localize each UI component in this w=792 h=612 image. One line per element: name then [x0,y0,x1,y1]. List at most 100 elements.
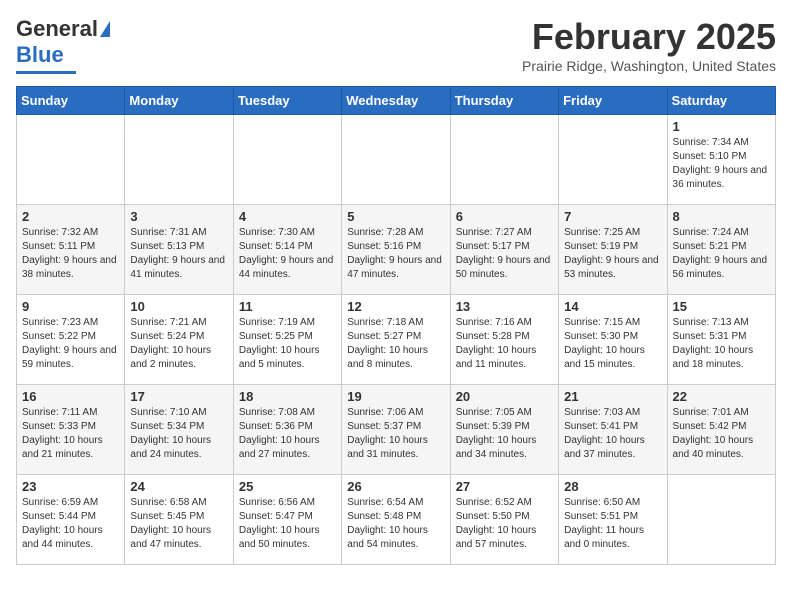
calendar-cell: 16 Sunrise: 7:11 AM Sunset: 5:33 PM Dayli… [17,385,125,475]
day-number: 17 [130,389,227,404]
day-number: 18 [239,389,336,404]
calendar-cell: 19 Sunrise: 7:06 AM Sunset: 5:37 PM Dayli… [342,385,450,475]
day-info: Sunrise: 7:11 AM Sunset: 5:33 PM Dayligh… [22,406,119,462]
calendar-cell: 7 Sunrise: 7:25 AM Sunset: 5:19 PM Daylig… [559,205,667,295]
day-info: Sunrise: 7:03 AM Sunset: 5:41 PM Dayligh… [564,406,661,462]
day-info: Sunrise: 7:27 AM Sunset: 5:17 PM Dayligh… [456,226,553,282]
day-number: 15 [673,299,770,314]
calendar-cell: 2 Sunrise: 7:32 AM Sunset: 5:11 PM Daylig… [17,205,125,295]
calendar-cell [342,115,450,205]
day-info: Sunrise: 7:25 AM Sunset: 5:19 PM Dayligh… [564,226,661,282]
col-header-saturday: Saturday [667,87,775,115]
day-number: 16 [22,389,119,404]
calendar-cell: 10Sunrise: 7:21 AM Sunset: 5:24 PM Dayli… [125,295,233,385]
calendar-cell: 25Sunrise: 6:56 AM Sunset: 5:47 PM Dayli… [233,475,341,565]
calendar-week-row: 16 Sunrise: 7:11 AM Sunset: 5:33 PM Dayli… [17,385,776,475]
location-text: Prairie Ridge, Washington, United States [522,58,776,74]
day-number: 5 [347,209,444,224]
day-info: Sunrise: 7:34 AM Sunset: 5:10 PM Dayligh… [673,136,770,192]
calendar-cell [125,115,233,205]
day-info: Sunrise: 6:58 AM Sunset: 5:45 PM Dayligh… [130,496,227,552]
day-info: Sunrise: 7:08 AM Sunset: 5:36 PM Dayligh… [239,406,336,462]
day-number: 27 [456,479,553,494]
logo-triangle-icon [100,21,110,37]
day-number: 25 [239,479,336,494]
logo-blue-text: Blue [16,42,64,68]
day-info: Sunrise: 7:21 AM Sunset: 5:24 PM Dayligh… [130,316,227,372]
day-number: 14 [564,299,661,314]
day-number: 21 [564,389,661,404]
calendar-cell: 9Sunrise: 7:23 AM Sunset: 5:22 PM Daylig… [17,295,125,385]
col-header-friday: Friday [559,87,667,115]
calendar-week-row: 9Sunrise: 7:23 AM Sunset: 5:22 PM Daylig… [17,295,776,385]
month-title: February 2025 [522,16,776,58]
day-number: 1 [673,119,770,134]
calendar-table: SundayMondayTuesdayWednesdayThursdayFrid… [16,86,776,565]
calendar-cell: 27 Sunrise: 6:52 AM Sunset: 5:50 PM Dayli… [450,475,558,565]
col-header-wednesday: Wednesday [342,87,450,115]
calendar-cell: 24 Sunrise: 6:58 AM Sunset: 5:45 PM Dayli… [125,475,233,565]
calendar-cell: 1 Sunrise: 7:34 AM Sunset: 5:10 PM Daylig… [667,115,775,205]
calendar-cell: 15Sunrise: 7:13 AM Sunset: 5:31 PM Dayli… [667,295,775,385]
calendar-cell: 17 Sunrise: 7:10 AM Sunset: 5:34 PM Dayli… [125,385,233,475]
day-number: 6 [456,209,553,224]
calendar-cell [559,115,667,205]
day-info: Sunrise: 6:52 AM Sunset: 5:50 PM Dayligh… [456,496,553,552]
calendar-cell: 14 Sunrise: 7:15 AM Sunset: 5:30 PM Dayli… [559,295,667,385]
day-number: 23 [22,479,119,494]
calendar-cell: 28 Sunrise: 6:50 AM Sunset: 5:51 PM Dayli… [559,475,667,565]
day-number: 3 [130,209,227,224]
calendar-cell: 23 Sunrise: 6:59 AM Sunset: 5:44 PM Dayli… [17,475,125,565]
calendar-cell: 4 Sunrise: 7:30 AM Sunset: 5:14 PM Daylig… [233,205,341,295]
logo-underline [16,71,76,74]
day-info: Sunrise: 6:50 AM Sunset: 5:51 PM Dayligh… [564,496,661,552]
day-number: 7 [564,209,661,224]
calendar-cell: 6 Sunrise: 7:27 AM Sunset: 5:17 PM Daylig… [450,205,558,295]
calendar-cell: 5Sunrise: 7:28 AM Sunset: 5:16 PM Daylig… [342,205,450,295]
day-info: Sunrise: 7:15 AM Sunset: 5:30 PM Dayligh… [564,316,661,372]
logo: General Blue [16,16,110,74]
calendar-cell [667,475,775,565]
calendar-cell [17,115,125,205]
calendar-week-row: 23 Sunrise: 6:59 AM Sunset: 5:44 PM Dayli… [17,475,776,565]
page-header: General Blue February 2025 Prairie Ridge… [16,16,776,74]
calendar-week-row: 2 Sunrise: 7:32 AM Sunset: 5:11 PM Daylig… [17,205,776,295]
day-number: 22 [673,389,770,404]
day-info: Sunrise: 7:01 AM Sunset: 5:42 PM Dayligh… [673,406,770,462]
calendar-cell: 3Sunrise: 7:31 AM Sunset: 5:13 PM Daylig… [125,205,233,295]
day-info: Sunrise: 7:32 AM Sunset: 5:11 PM Dayligh… [22,226,119,282]
day-number: 8 [673,209,770,224]
calendar-cell: 20Sunrise: 7:05 AM Sunset: 5:39 PM Dayli… [450,385,558,475]
day-number: 26 [347,479,444,494]
day-info: Sunrise: 6:59 AM Sunset: 5:44 PM Dayligh… [22,496,119,552]
calendar-cell: 26 Sunrise: 6:54 AM Sunset: 5:48 PM Dayli… [342,475,450,565]
day-info: Sunrise: 7:06 AM Sunset: 5:37 PM Dayligh… [347,406,444,462]
calendar-cell: 12Sunrise: 7:18 AM Sunset: 5:27 PM Dayli… [342,295,450,385]
calendar-cell: 18 Sunrise: 7:08 AM Sunset: 5:36 PM Dayli… [233,385,341,475]
calendar-cell: 13 Sunrise: 7:16 AM Sunset: 5:28 PM Dayli… [450,295,558,385]
calendar-cell [450,115,558,205]
day-number: 28 [564,479,661,494]
day-info: Sunrise: 7:10 AM Sunset: 5:34 PM Dayligh… [130,406,227,462]
day-info: Sunrise: 7:05 AM Sunset: 5:39 PM Dayligh… [456,406,553,462]
calendar-cell: 22 Sunrise: 7:01 AM Sunset: 5:42 PM Dayli… [667,385,775,475]
col-header-monday: Monday [125,87,233,115]
calendar-week-row: 1 Sunrise: 7:34 AM Sunset: 5:10 PM Daylig… [17,115,776,205]
logo-general-text: General [16,16,98,42]
day-number: 19 [347,389,444,404]
calendar-cell: 8 Sunrise: 7:24 AM Sunset: 5:21 PM Daylig… [667,205,775,295]
day-info: Sunrise: 7:24 AM Sunset: 5:21 PM Dayligh… [673,226,770,282]
day-info: Sunrise: 7:30 AM Sunset: 5:14 PM Dayligh… [239,226,336,282]
day-number: 4 [239,209,336,224]
title-area: February 2025 Prairie Ridge, Washington,… [522,16,776,74]
day-number: 11 [239,299,336,314]
day-info: Sunrise: 7:18 AM Sunset: 5:27 PM Dayligh… [347,316,444,372]
day-info: Sunrise: 6:54 AM Sunset: 5:48 PM Dayligh… [347,496,444,552]
day-number: 13 [456,299,553,314]
col-header-tuesday: Tuesday [233,87,341,115]
day-info: Sunrise: 7:19 AM Sunset: 5:25 PM Dayligh… [239,316,336,372]
day-number: 24 [130,479,227,494]
calendar-cell: 21 Sunrise: 7:03 AM Sunset: 5:41 PM Dayli… [559,385,667,475]
day-info: Sunrise: 7:16 AM Sunset: 5:28 PM Dayligh… [456,316,553,372]
day-number: 2 [22,209,119,224]
